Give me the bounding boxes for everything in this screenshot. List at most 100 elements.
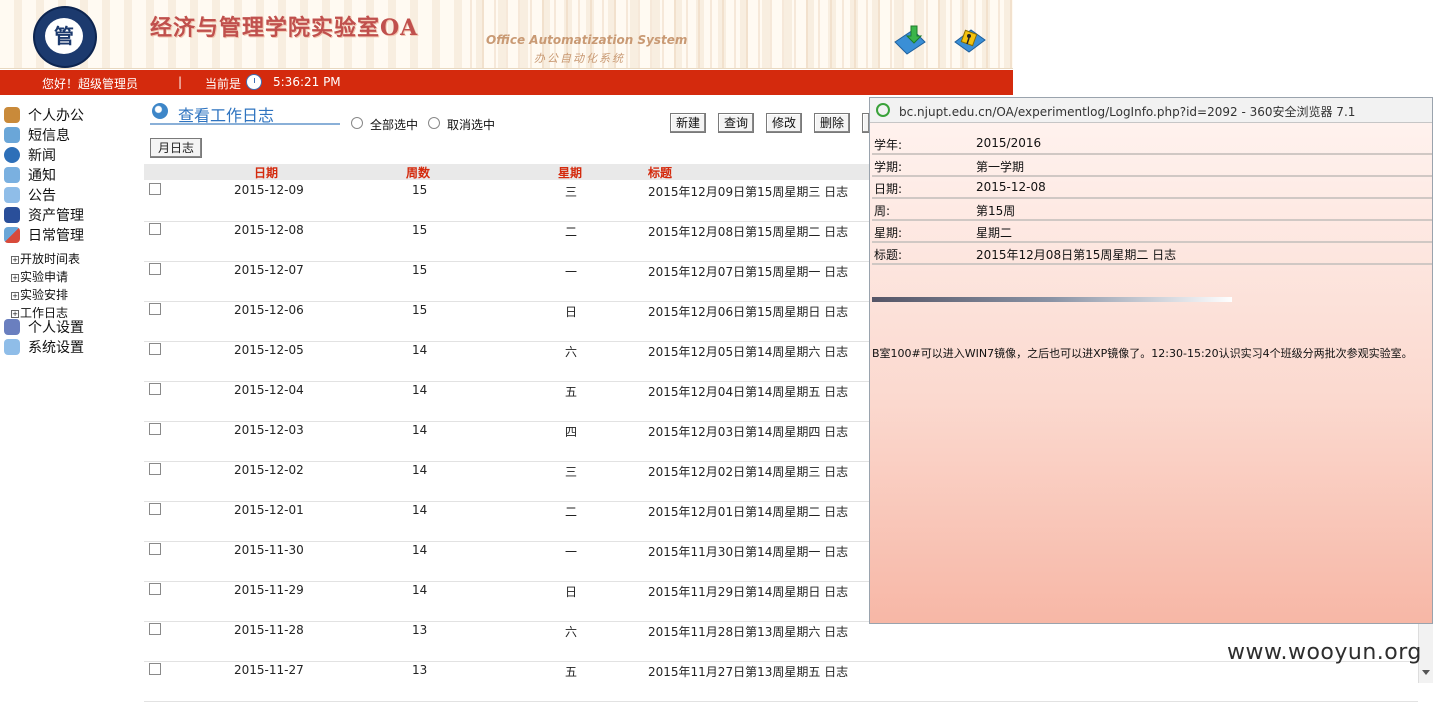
detail-row: 星期: 星期二 [872,221,1432,243]
month-log-button[interactable]: 月日志 [150,138,202,158]
row-week: 15 [412,303,428,317]
sidebar-item-label: 通知 [28,168,56,184]
row-checkbox[interactable] [149,303,161,315]
row-week: 14 [412,383,428,397]
sidebar-item-label: 短信息 [28,128,70,144]
sidebar-item-label: 资产管理 [28,208,84,224]
new-button[interactable]: 新建 [670,113,707,133]
row-checkbox[interactable] [149,263,161,275]
status-bar: 您好！超级管理员 | 当前是 5:36:21 PM [0,70,1013,95]
row-title-link[interactable]: 2015年12月02日第14周星期三 日志 [648,463,848,480]
row-checkbox[interactable] [149,183,161,195]
row-title-link[interactable]: 2015年11月29日第14周星期日 日志 [648,583,848,600]
row-title-link[interactable]: 2015年11月27日第13周星期五 日志 [648,663,848,680]
table-row[interactable]: 2015-11-27 13 五 2015年11月27日第13周星期五 日志 [144,661,1418,702]
row-checkbox[interactable] [149,223,161,235]
row-title-link[interactable]: 2015年12月04日第14周星期五 日志 [648,383,848,400]
expand-icon: + [11,274,19,282]
row-day: 二 [565,505,578,519]
row-date: 2015-12-02 [234,463,304,477]
row-day: 一 [565,545,578,559]
row-title-link[interactable]: 2015年11月30日第14周星期一 日志 [648,543,848,560]
log-detail-window: bc.njupt.edu.cn/OA/experimentlog/LogInfo… [869,97,1433,624]
column-week: 周数 [406,166,431,180]
row-week: 14 [412,543,428,557]
deselect-all-label: 取消选中 [447,118,496,132]
detail-value: 星期二 [976,226,1013,240]
row-date: 2015-12-06 [234,303,304,317]
row-title-link[interactable]: 2015年12月07日第15周星期一 日志 [648,263,848,280]
row-checkbox[interactable] [149,623,161,635]
table-header: 日期 周数 星期 标题 [144,164,869,180]
row-day: 二 [565,225,578,239]
log-content: B室100#可以进入WIN7镜像，之后也可以进XP镜像了。12:30-15:20… [872,347,1413,360]
row-week: 14 [412,583,428,597]
row-date: 2015-12-01 [234,503,304,517]
system-subtitle-en: Office Automatization System [486,33,688,47]
row-day: 四 [565,425,578,439]
detail-value: 2015/2016 [976,136,1042,150]
daily-icon [4,227,20,243]
person-icon [4,107,20,123]
row-checkbox[interactable] [149,503,161,515]
download-icon[interactable] [893,22,927,56]
scroll-down-icon[interactable] [1422,670,1430,675]
row-week: 14 [412,463,428,477]
search-button[interactable]: 查询 [718,113,755,133]
row-date: 2015-11-27 [234,663,304,677]
exit-icon[interactable] [953,22,987,56]
detail-row: 周: 第15周 [872,199,1432,221]
delete-button[interactable]: 删除 [814,113,851,133]
row-checkbox[interactable] [149,423,161,435]
row-checkbox[interactable] [149,663,161,675]
row-title-link[interactable]: 2015年12月09日第15周星期三 日志 [648,183,848,200]
divider [872,297,1232,302]
row-title-link[interactable]: 2015年12月03日第14周星期四 日志 [648,423,848,440]
row-day: 日 [565,585,578,599]
row-date: 2015-12-03 [234,423,304,437]
sidebar-item-label: 新闻 [28,148,56,164]
row-checkbox[interactable] [149,543,161,555]
row-date: 2015-11-28 [234,623,304,637]
sidebar-subitem-schedule[interactable]: + 开放时间表 [11,250,80,266]
row-title-link[interactable]: 2015年11月28日第13周星期六 日志 [648,623,848,640]
row-title-link[interactable]: 2015年12月06日第15周星期日 日志 [648,303,848,320]
row-day: 六 [565,625,578,639]
sidebar-subitem-apply[interactable]: + 实验申请 [11,268,68,284]
row-week: 14 [412,503,428,517]
detail-row: 学期: 第一学期 [872,155,1432,177]
column-title: 标题 [648,166,673,180]
row-date: 2015-12-09 [234,183,304,197]
row-title-link[interactable]: 2015年12月01日第14周星期二 日志 [648,503,848,520]
row-title-link[interactable]: 2015年12月05日第14周星期六 日志 [648,343,848,360]
row-date: 2015-12-08 [234,223,304,237]
row-title-link[interactable]: 2015年12月08日第15周星期二 日志 [648,223,848,240]
row-date: 2015-11-30 [234,543,304,557]
row-date: 2015-12-04 [234,383,304,397]
time-label: 当前是 [205,77,242,91]
row-checkbox[interactable] [149,463,161,475]
detail-value: 2015年12月08日第15周星期二 日志 [976,248,1177,262]
sidebar-subitem-arrange[interactable]: + 实验安排 [11,286,68,302]
row-week: 15 [412,183,428,197]
row-checkbox[interactable] [149,583,161,595]
detail-value: 第15周 [976,204,1016,218]
window-titlebar[interactable]: bc.njupt.edu.cn/OA/experimentlog/LogInfo… [870,98,1432,123]
greeting-text: 您好！超级管理员 [42,77,139,91]
asset-icon [4,207,20,223]
browser-icon [876,103,890,117]
row-week: 13 [412,623,428,637]
row-day: 三 [565,465,578,479]
select-all-radio[interactable] [351,117,363,129]
expand-icon: + [11,256,19,264]
window-body: 学年: 2015/2016 学期: 第一学期 日期: 2015-12-08 周: 第15周 星期… [870,123,1432,623]
row-day: 五 [565,385,578,399]
row-day: 三 [565,185,578,199]
deselect-all-radio[interactable] [428,117,440,129]
edit-button[interactable]: 修改 [766,113,803,133]
row-checkbox[interactable] [149,383,161,395]
expand-icon: + [11,292,19,300]
row-week: 14 [412,343,428,357]
row-checkbox[interactable] [149,343,161,355]
detail-key: 标题: [874,248,903,262]
